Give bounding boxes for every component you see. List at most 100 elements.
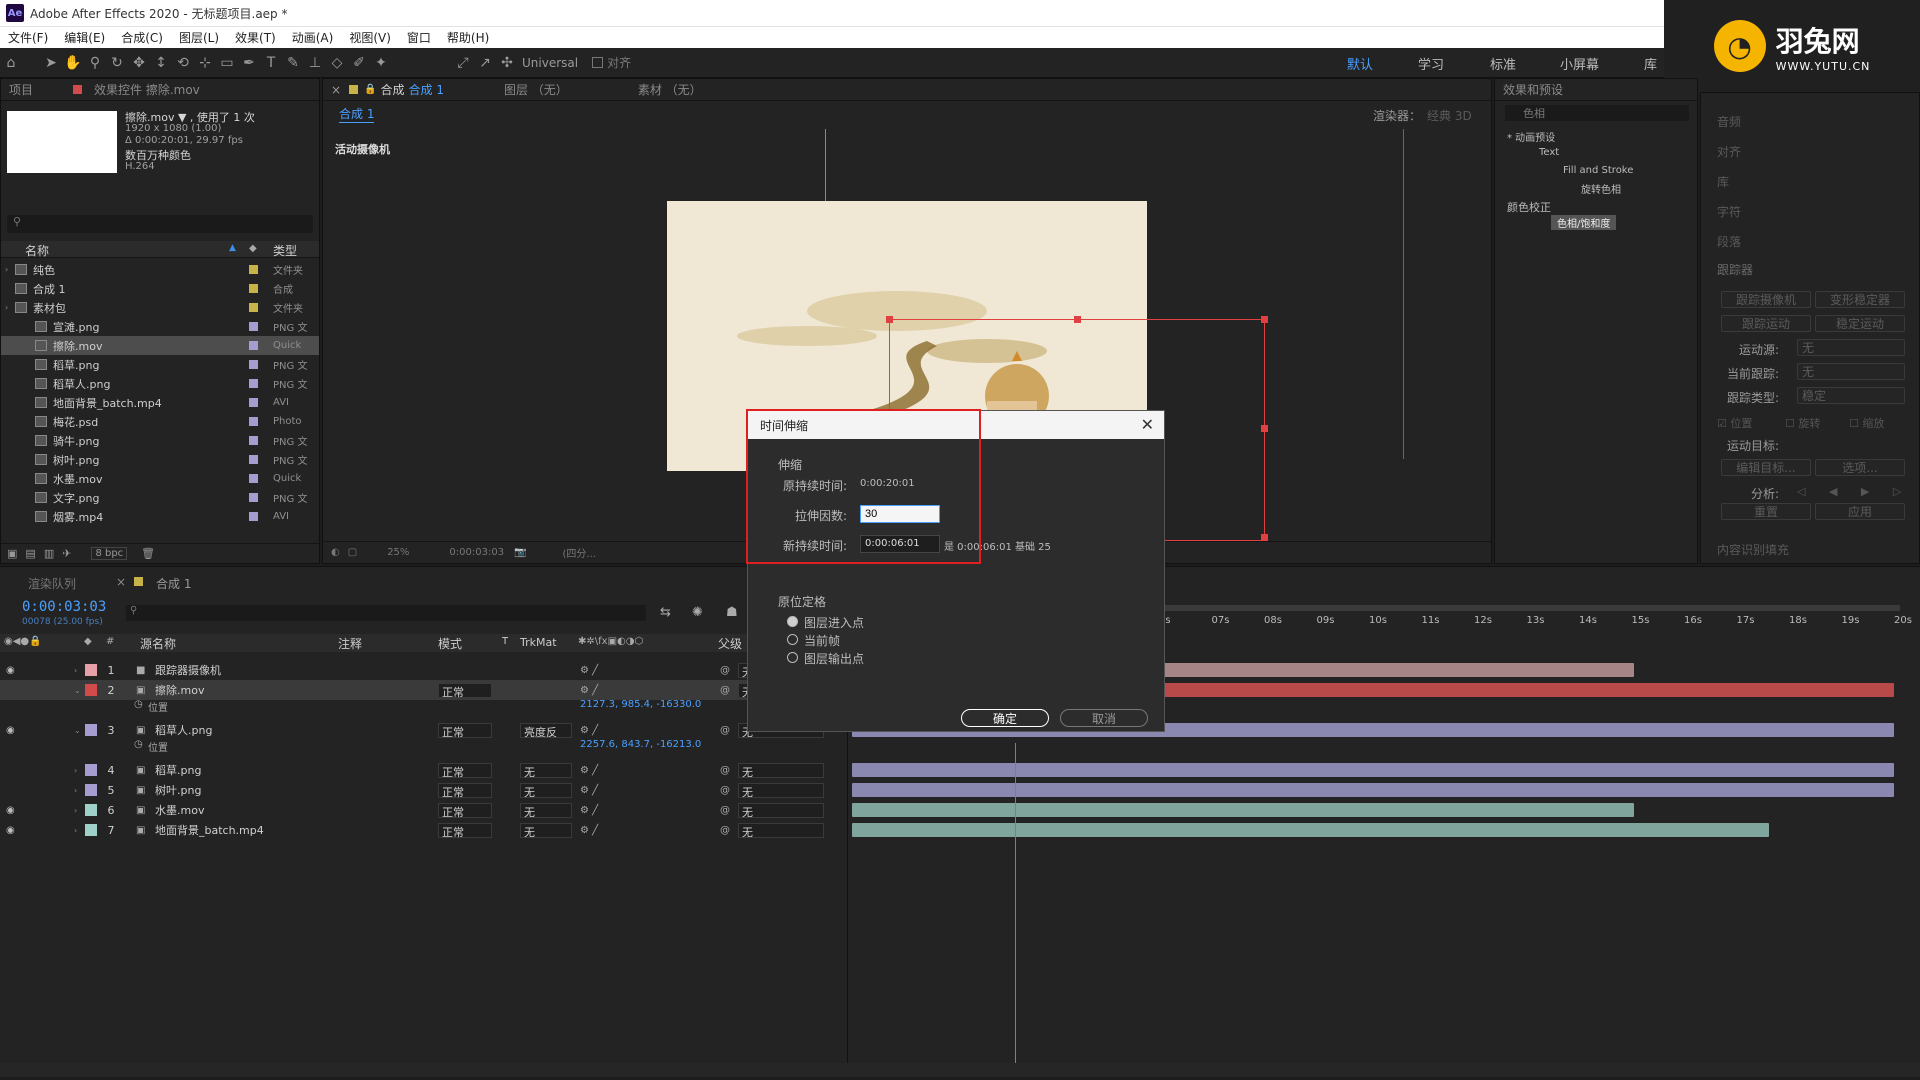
- pickwhip-icon[interactable]: @: [720, 685, 730, 696]
- layer-mode-select[interactable]: 正常: [438, 762, 492, 779]
- lock-icon[interactable]: 🔒: [364, 84, 376, 95]
- visibility-eye-icon[interactable]: ◉: [6, 825, 15, 836]
- layer-label-swatch[interactable]: [85, 824, 97, 836]
- project-item[interactable]: 骑牛.png PNG 文: [1, 431, 319, 450]
- layer-name[interactable]: 稻草人.png: [155, 722, 212, 738]
- bbox-handle-tr[interactable]: [1261, 316, 1268, 323]
- expand-arrow-icon[interactable]: ⌄: [74, 726, 81, 735]
- layer-name[interactable]: 跟踪器摄像机: [155, 662, 221, 678]
- pickwhip-icon[interactable]: @: [720, 805, 730, 816]
- layer-label-swatch[interactable]: [85, 804, 97, 816]
- comp-breadcrumb[interactable]: 合成 1: [339, 105, 375, 123]
- effects-search-input[interactable]: 色相: [1505, 105, 1689, 121]
- panel-library[interactable]: 库: [1717, 173, 1729, 190]
- radio-layer-in-point[interactable]: [787, 616, 798, 627]
- layer-trkmat-select[interactable]: 亮度反: [520, 722, 572, 739]
- layer-duration-bar[interactable]: [852, 803, 1634, 817]
- menu-help[interactable]: 帮助(H): [439, 29, 497, 46]
- col-type[interactable]: 类型: [273, 242, 297, 259]
- rotation-checkbox[interactable]: ☐ 旋转: [1785, 415, 1820, 431]
- menu-layer[interactable]: 图层(L): [171, 29, 227, 46]
- project-item[interactable]: 水墨.mov Quick: [1, 469, 319, 488]
- view-axis-icon[interactable]: ✣: [496, 52, 518, 74]
- reset-button[interactable]: 重置: [1721, 503, 1811, 520]
- new-folder-icon[interactable]: ▤: [25, 547, 35, 560]
- warp-stabilizer-button[interactable]: 变形稳定器: [1815, 291, 1905, 308]
- layer-duration-bar[interactable]: [852, 823, 1769, 837]
- dialog-close-icon[interactable]: ✕: [1141, 415, 1154, 434]
- layer-parent-select[interactable]: 无: [738, 802, 824, 819]
- layer-mode-select[interactable]: 正常: [438, 802, 492, 819]
- layer-duration-bar[interactable]: [852, 763, 1894, 777]
- layer-switch-icons[interactable]: ⚙ ╱: [580, 665, 598, 676]
- mask-icon[interactable]: ▢: [348, 547, 357, 558]
- layer3-position-value[interactable]: 2257.6, 843.7, -16213.0: [580, 739, 701, 750]
- apply-button[interactable]: 应用: [1815, 503, 1905, 520]
- tree-fill-stroke[interactable]: Fill and Stroke: [1563, 165, 1633, 176]
- sort-arrow-icon[interactable]: ▲: [229, 243, 236, 253]
- render-settings-icon[interactable]: ✈: [62, 547, 71, 560]
- tree-hue-saturation[interactable]: 色相/饱和度: [1551, 215, 1617, 230]
- layer-label-swatch[interactable]: [85, 784, 97, 796]
- layer-row[interactable]: › 5 ▣ 树叶.png 正常 无 ⚙ ╱ @ 无: [0, 780, 845, 800]
- expand-arrow-icon[interactable]: ›: [74, 786, 77, 795]
- layer-trkmat-select[interactable]: 无: [520, 822, 572, 839]
- layer-label-swatch[interactable]: [85, 664, 97, 676]
- stopwatch-icon-3[interactable]: ◷: [134, 739, 143, 750]
- layer-mode-select[interactable]: 正常: [438, 722, 492, 739]
- type-tool-icon[interactable]: T: [260, 52, 282, 74]
- resolution-select[interactable]: (四分...: [563, 545, 596, 560]
- layer-switch-icons[interactable]: ⚙ ╱: [580, 725, 598, 736]
- menu-file[interactable]: 文件(F): [0, 29, 56, 46]
- col-name[interactable]: 名称: [25, 242, 49, 259]
- menu-effect[interactable]: 效果(T): [227, 29, 284, 46]
- expand-arrow-icon[interactable]: ›: [74, 826, 77, 835]
- project-item[interactable]: 烟雾.mp4 AVI: [1, 507, 319, 526]
- layer-switch-icons[interactable]: ⚙ ╱: [580, 805, 598, 816]
- pan-behind-icon[interactable]: ⊹: [194, 52, 216, 74]
- orbit-camera-icon[interactable]: ↻: [106, 52, 128, 74]
- layer-name[interactable]: 地面背景_batch.mp4: [155, 822, 264, 838]
- expand-arrow-icon[interactable]: ›: [74, 666, 77, 675]
- project-item[interactable]: › 素材包 文件夹: [1, 298, 319, 317]
- local-axis-icon[interactable]: ⤢: [452, 52, 474, 74]
- layer-name[interactable]: 稻草.png: [155, 762, 201, 778]
- workspace-standard[interactable]: 标准: [1490, 54, 1516, 73]
- project-item[interactable]: 擦除.mov Quick: [1, 336, 319, 355]
- project-item[interactable]: 梅花.psd Photo: [1, 412, 319, 431]
- panel-align[interactable]: 对齐: [1717, 143, 1741, 160]
- pan-camera-icon[interactable]: ✥: [128, 52, 150, 74]
- panel-audio[interactable]: 音频: [1717, 113, 1741, 130]
- layer-parent-select[interactable]: 无: [738, 762, 824, 779]
- tree-text-folder[interactable]: Text: [1539, 147, 1559, 158]
- tree-animation-presets[interactable]: * 动画预设: [1507, 129, 1555, 144]
- eraser-tool-icon[interactable]: ◇: [326, 52, 348, 74]
- bbox-handle-tc[interactable]: [1074, 316, 1081, 323]
- layer-label-swatch[interactable]: [85, 724, 97, 736]
- pickwhip-icon[interactable]: @: [720, 765, 730, 776]
- layer2-position-value[interactable]: 2127.3, 985.4, -16330.0: [580, 699, 701, 710]
- expand-arrow-icon[interactable]: ›: [5, 265, 8, 274]
- pickwhip-icon[interactable]: @: [720, 665, 730, 676]
- track-camera-button[interactable]: 跟踪摄像机: [1721, 291, 1811, 308]
- project-item[interactable]: 文字.png PNG 文: [1, 488, 319, 507]
- project-item[interactable]: 稻草人.png PNG 文: [1, 374, 319, 393]
- layer-switch-icons[interactable]: ⚙ ╱: [580, 765, 598, 776]
- options-button[interactable]: 选项...: [1815, 459, 1905, 476]
- panel-paragraph[interactable]: 段落: [1717, 233, 1741, 250]
- visibility-eye-icon[interactable]: ◉: [6, 725, 15, 736]
- close-tab-icon[interactable]: ×: [331, 83, 341, 97]
- zoom-level[interactable]: 25%: [387, 547, 409, 558]
- workspace-library[interactable]: 库: [1644, 54, 1657, 73]
- puppet-pin-icon[interactable]: ✦: [370, 52, 392, 74]
- bbox-handle-tl[interactable]: [886, 316, 893, 323]
- layer-row[interactable]: ◉ › 7 ▣ 地面背景_batch.mp4 正常 无 ⚙ ╱ @ 无: [0, 820, 845, 840]
- layer-row[interactable]: ⌄2▣擦除.mov正常⚙ ╱@无: [0, 680, 845, 700]
- new-comp-icon[interactable]: ▥: [44, 547, 54, 560]
- layer-label-swatch[interactable]: [85, 684, 97, 696]
- current-track-select[interactable]: 无: [1797, 363, 1905, 380]
- scale-checkbox[interactable]: ☐ 缩放: [1849, 415, 1884, 431]
- layer-label-swatch[interactable]: [85, 764, 97, 776]
- pickwhip-icon[interactable]: @: [720, 785, 730, 796]
- layer-duration-bar[interactable]: [852, 783, 1894, 797]
